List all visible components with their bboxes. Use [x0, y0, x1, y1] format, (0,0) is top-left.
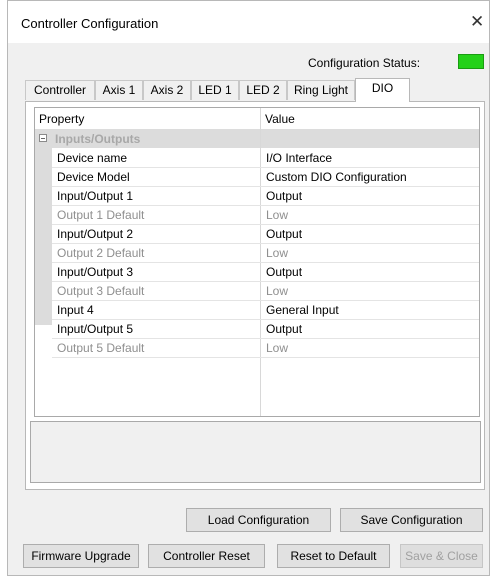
- window-title: Controller Configuration: [21, 16, 159, 31]
- tab-label: LED 1: [198, 83, 232, 97]
- property-row-io-3[interactable]: Input/Output 3 Output: [52, 262, 479, 282]
- property-value[interactable]: Low: [266, 208, 288, 222]
- header-divider[interactable]: [260, 108, 261, 129]
- save-and-close-button[interactable]: Save & Close: [400, 544, 483, 568]
- property-value[interactable]: I/O Interface: [266, 151, 332, 165]
- tab-axis-1[interactable]: Axis 1: [95, 80, 143, 100]
- tab-label: Axis 1: [102, 83, 136, 97]
- firmware-upgrade-button[interactable]: Firmware Upgrade: [23, 544, 139, 568]
- property-name: Device Model: [57, 170, 130, 184]
- tab-led-2[interactable]: LED 2: [239, 80, 287, 100]
- property-row-output-5-default[interactable]: Output 5 Default Low: [52, 338, 479, 358]
- property-row-output-2-default[interactable]: Output 2 Default Low: [52, 243, 479, 263]
- property-row-io-5[interactable]: Input/Output 5 Output: [52, 319, 479, 339]
- property-name: Input 4: [57, 303, 94, 317]
- controller-reset-button[interactable]: Controller Reset: [148, 544, 265, 568]
- tab-led-1[interactable]: LED 1: [191, 80, 239, 100]
- tab-controller[interactable]: Controller: [25, 80, 95, 100]
- save-configuration-button[interactable]: Save Configuration: [340, 508, 483, 532]
- configuration-status-indicator: [458, 54, 484, 69]
- tab-label: DIO: [371, 81, 394, 95]
- property-value[interactable]: General Input: [266, 303, 339, 317]
- close-icon[interactable]: ✕: [470, 13, 484, 30]
- property-column-header: Property: [39, 112, 85, 126]
- tab-axis-2[interactable]: Axis 2: [143, 80, 191, 100]
- property-name: Output 2 Default: [57, 246, 145, 260]
- category-inputs-outputs[interactable]: Inputs/Outputs: [35, 129, 479, 148]
- property-value[interactable]: Low: [266, 284, 288, 298]
- property-row-output-1-default[interactable]: Output 1 Default Low: [52, 205, 479, 225]
- tab-ring-light[interactable]: Ring Light: [287, 80, 355, 100]
- tab-label: Ring Light: [293, 83, 349, 97]
- title-bar: Controller Configuration ✕: [8, 1, 489, 43]
- tab-label: Controller: [33, 83, 87, 97]
- property-name: Output 1 Default: [57, 208, 145, 222]
- controller-configuration-window: Controller Configuration ✕ Configuration…: [7, 0, 490, 576]
- property-description-pane: [30, 421, 481, 483]
- property-row-device-name[interactable]: Device name I/O Interface: [52, 148, 479, 168]
- property-value[interactable]: Low: [266, 341, 288, 355]
- property-name: Input/Output 3: [57, 265, 134, 279]
- tab-label: Axis 2: [150, 83, 184, 97]
- dio-tab-panel: Property Value Inputs/Outputs Device nam…: [25, 101, 485, 490]
- property-row-input-4[interactable]: Input 4 General Input: [52, 300, 479, 320]
- reset-to-default-button[interactable]: Reset to Default: [277, 544, 390, 568]
- property-name: Input/Output 1: [57, 189, 134, 203]
- property-name: Device name: [57, 151, 128, 165]
- property-name: Input/Output 5: [57, 322, 134, 336]
- configuration-status-label: Configuration Status:: [308, 56, 421, 70]
- property-value[interactable]: Low: [266, 246, 288, 260]
- property-value[interactable]: Output: [266, 227, 302, 241]
- property-row-device-model[interactable]: Device Model Custom DIO Configuration: [52, 167, 479, 187]
- property-value[interactable]: Custom DIO Configuration: [266, 170, 407, 184]
- property-name: Output 3 Default: [57, 284, 145, 298]
- property-value[interactable]: Output: [266, 322, 302, 336]
- property-grid[interactable]: Property Value Inputs/Outputs Device nam…: [34, 107, 480, 417]
- category-label: Inputs/Outputs: [55, 132, 141, 146]
- property-row-io-2[interactable]: Input/Output 2 Output: [52, 224, 479, 244]
- property-row-io-1[interactable]: Input/Output 1 Output: [52, 186, 479, 206]
- property-value[interactable]: Output: [266, 189, 302, 203]
- property-grid-header: Property Value: [35, 108, 479, 130]
- load-configuration-button[interactable]: Load Configuration: [186, 508, 331, 532]
- collapse-icon[interactable]: [39, 134, 47, 142]
- property-row-output-3-default[interactable]: Output 3 Default Low: [52, 281, 479, 301]
- property-name: Output 5 Default: [57, 341, 145, 355]
- row-gutter: [35, 148, 52, 325]
- tab-label: LED 2: [246, 83, 280, 97]
- tab-dio[interactable]: DIO: [355, 78, 410, 102]
- property-name: Input/Output 2: [57, 227, 134, 241]
- value-column-header: Value: [265, 112, 295, 126]
- property-value[interactable]: Output: [266, 265, 302, 279]
